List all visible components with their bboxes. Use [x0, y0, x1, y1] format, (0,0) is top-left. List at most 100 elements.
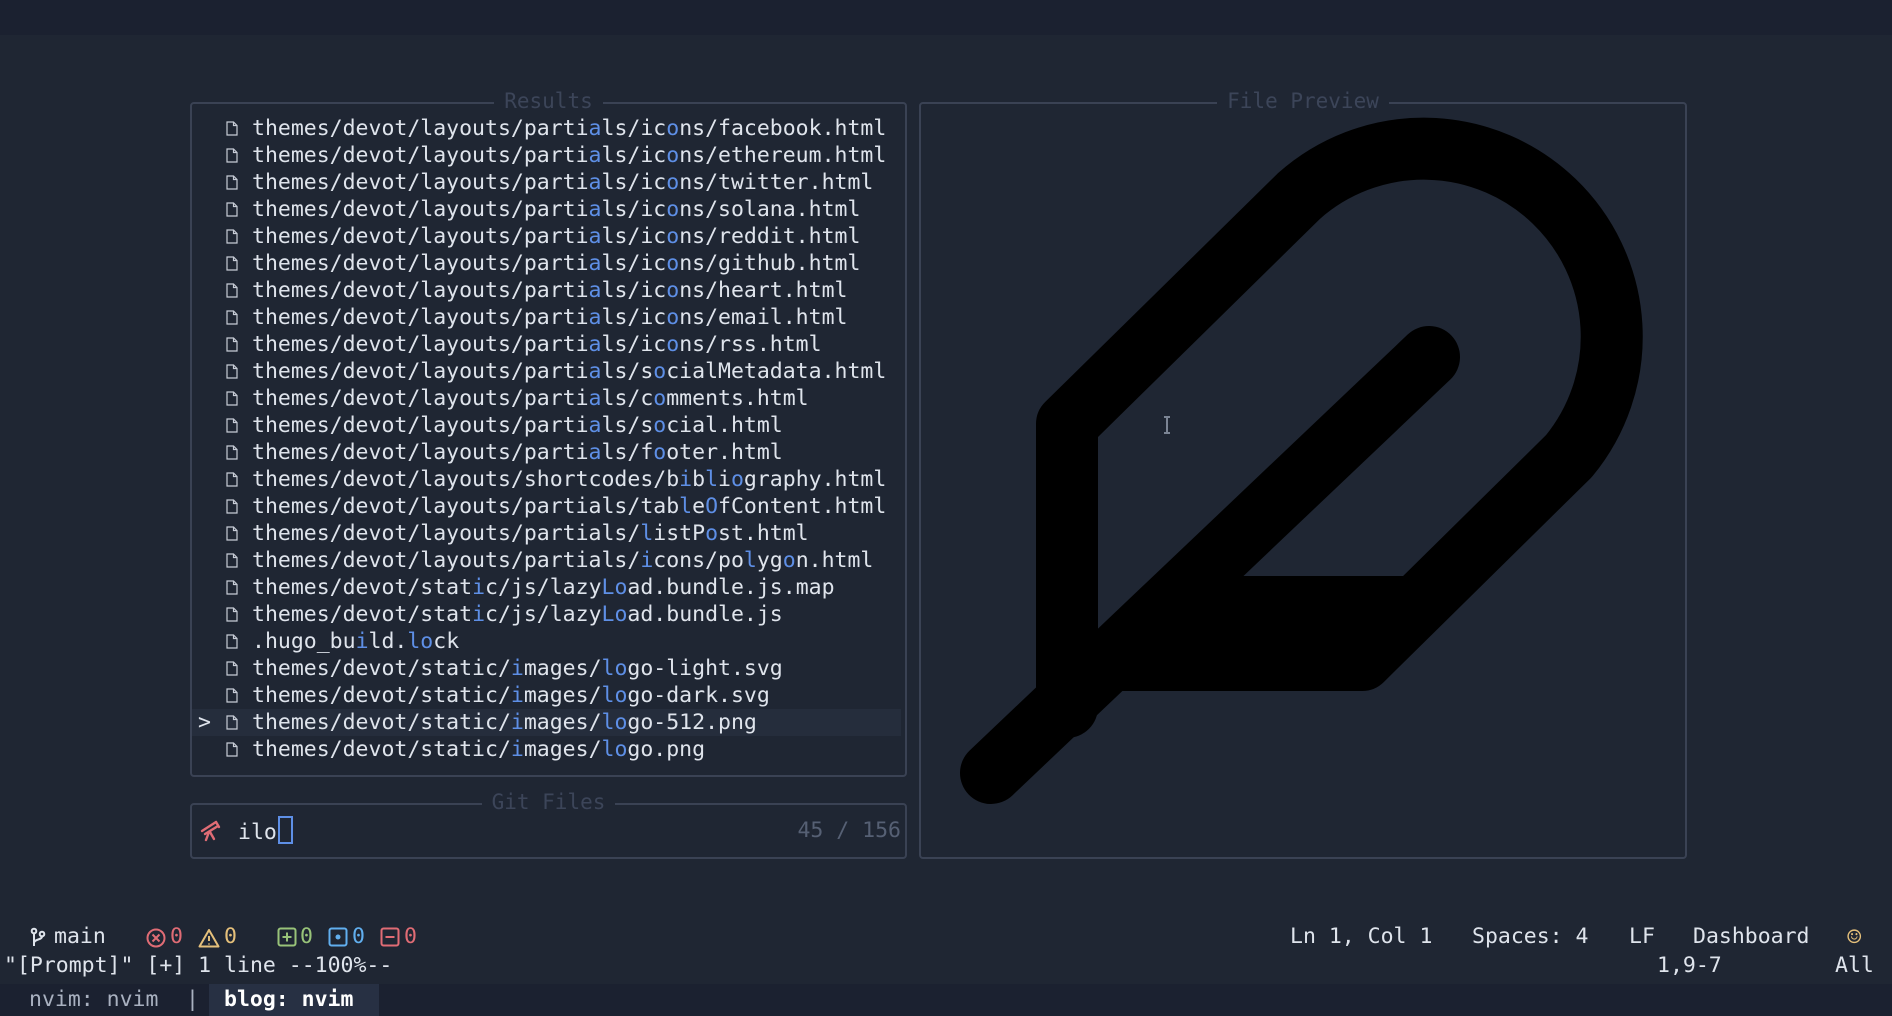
- match-highlight: i: [510, 710, 524, 735]
- match-highlight: o: [666, 197, 680, 222]
- path-segment: themes/devot/layouts/parti: [252, 332, 589, 357]
- result-row[interactable]: themes/devot/static/images/logo-dark.svg: [192, 682, 905, 709]
- result-row[interactable]: themes/devot/layouts/partials/icons/twit…: [192, 169, 905, 196]
- result-row[interactable]: themes/devot/layouts/partials/icons/redd…: [192, 223, 905, 250]
- match-highlight: o: [653, 413, 667, 438]
- match-highlight: i: [472, 575, 486, 600]
- match-highlight: i: [472, 602, 486, 627]
- result-row[interactable]: themes/devot/layouts/partials/comments.h…: [192, 385, 905, 412]
- file-icon: [226, 526, 238, 541]
- file-icon: [226, 661, 238, 676]
- result-row[interactable]: themes/devot/layouts/partials/icons/face…: [192, 115, 905, 142]
- result-row[interactable]: themes/devot/layouts/partials/socialMeta…: [192, 358, 905, 385]
- match-highlight: a: [588, 332, 602, 357]
- result-row[interactable]: themes/devot/layouts/partials/listPost.h…: [192, 520, 905, 547]
- result-path: themes/devot/static/images/logo.png: [252, 736, 705, 763]
- search-input[interactable]: ilo: [238, 816, 293, 848]
- path-segment: themes/devot/stat: [252, 575, 473, 600]
- path-segment: go.png: [627, 737, 706, 762]
- file-icon: [226, 715, 238, 730]
- error-count[interactable]: 0: [170, 922, 183, 952]
- result-row[interactable]: themes/devot/layouts/partials/icons/rss.…: [192, 331, 905, 358]
- path-segment: ld.: [368, 629, 408, 654]
- path-segment: themes/devot/layouts/parti: [252, 197, 589, 222]
- tmux-window-2[interactable]: blog: nvim: [209, 984, 379, 1016]
- path-segment: themes/devot/layouts/partials/: [252, 521, 641, 546]
- match-highlight: o: [782, 548, 796, 573]
- result-row[interactable]: themes/devot/layouts/partials/icons/gith…: [192, 250, 905, 277]
- match-highlight: i: [510, 656, 524, 681]
- match-highlight: o: [666, 332, 680, 357]
- result-path: themes/devot/layouts/partials/social.htm…: [252, 412, 783, 439]
- warning-count[interactable]: 0: [224, 922, 237, 952]
- mouse-ibeam-cursor: [1164, 416, 1170, 434]
- result-row[interactable]: themes/devot/layouts/partials/icons/ethe…: [192, 142, 905, 169]
- prompt-panel: Git Files ilo 45 / 156: [190, 790, 907, 859]
- result-row[interactable]: themes/devot/layouts/partials/social.htm…: [192, 412, 905, 439]
- result-row[interactable]: themes/devot/static/js/lazyLoad.bundle.j…: [192, 574, 905, 601]
- result-row[interactable]: .hugo_build.lock: [192, 628, 905, 655]
- result-path: themes/devot/static/js/lazyLoad.bundle.j…: [252, 601, 783, 628]
- path-segment: cialMetadata.html: [666, 359, 887, 384]
- tmux-window-1[interactable]: nvim: nvim: [29, 984, 158, 1016]
- file-icon: [226, 202, 238, 217]
- line-ending[interactable]: LF: [1629, 922, 1655, 952]
- result-row[interactable]: themes/devot/layouts/shortcodes/bibliogr…: [192, 466, 905, 493]
- file-icon: [226, 445, 238, 460]
- path-segment: themes/devot/static/: [252, 710, 511, 735]
- result-row[interactable]: themes/devot/layouts/partials/icons/emai…: [192, 304, 905, 331]
- path-segment: themes/devot/layouts/parti: [252, 278, 589, 303]
- text-cursor: [277, 816, 293, 844]
- match-highlight: a: [588, 170, 602, 195]
- file-icon: [226, 364, 238, 379]
- result-row[interactable]: themes/devot/static/images/logo-light.sv…: [192, 655, 905, 682]
- cursor-position[interactable]: Ln 1, Col 1: [1290, 922, 1432, 952]
- path-segment: oter.html: [666, 440, 783, 465]
- path-segment: b: [692, 467, 706, 492]
- result-path: themes/devot/layouts/partials/listPost.h…: [252, 520, 809, 547]
- result-row[interactable]: > themes/devot/static/images/logo-512.png: [192, 709, 901, 736]
- match-highlight: a: [588, 278, 602, 303]
- indentation[interactable]: Spaces: 4: [1472, 922, 1589, 952]
- path-segment: mages/: [523, 737, 602, 762]
- match-highlight: o: [666, 170, 680, 195]
- path-segment: themes/devot/static/: [252, 656, 511, 681]
- file-icon: [226, 337, 238, 352]
- match-highlight: o: [666, 224, 680, 249]
- cmdline-message: "[Prompt]" [+] 1 line --100%--: [4, 953, 393, 978]
- path-segment: themes/devot/stat: [252, 602, 473, 627]
- match-highlight: i: [510, 737, 524, 762]
- git-branch[interactable]: main: [54, 922, 106, 952]
- smiley-icon[interactable]: ☺: [1847, 922, 1861, 952]
- result-row[interactable]: themes/devot/layouts/partials/footer.htm…: [192, 439, 905, 466]
- tmux-status-bar: nvim: nvim | blog: nvim: [0, 984, 1892, 1016]
- result-path: themes/devot/layouts/partials/icons/poly…: [252, 547, 873, 574]
- path-segment: ns/facebook.html: [679, 116, 887, 141]
- path-segment: themes/devot/static/: [252, 683, 511, 708]
- path-segment: ls/s: [601, 413, 654, 438]
- file-icon: [226, 472, 238, 487]
- file-icon: [226, 418, 238, 433]
- match-highlight: i: [510, 683, 524, 708]
- path-segment: i: [718, 467, 731, 492]
- match-highlight: a: [588, 386, 602, 411]
- result-row[interactable]: themes/devot/static/js/lazyLoad.bundle.j…: [192, 601, 905, 628]
- result-row[interactable]: themes/devot/static/images/logo.png: [192, 736, 905, 763]
- results-list[interactable]: themes/devot/layouts/partials/icons/face…: [192, 115, 905, 763]
- match-highlight: o: [666, 116, 680, 141]
- result-row[interactable]: themes/devot/layouts/partials/tableOfCon…: [192, 493, 905, 520]
- match-highlight: i: [355, 629, 369, 654]
- result-row[interactable]: themes/devot/layouts/partials/icons/sola…: [192, 196, 905, 223]
- path-segment: themes/devot/layouts/partials/tab: [252, 494, 680, 519]
- filetype[interactable]: Dashboard: [1693, 922, 1810, 952]
- result-row[interactable]: themes/devot/layouts/partials/icons/poly…: [192, 547, 905, 574]
- path-segment: c/js/lazy: [485, 602, 602, 627]
- path-segment: ns/rss.html: [679, 332, 822, 357]
- path-segment: mments.html: [666, 386, 809, 411]
- path-segment: ns/solana.html: [679, 197, 861, 222]
- selection-caret: >: [198, 710, 211, 735]
- file-icon: [226, 175, 238, 190]
- result-row[interactable]: themes/devot/layouts/partials/icons/hear…: [192, 277, 905, 304]
- path-segment: go-512.png: [627, 710, 757, 735]
- match-highlight: L: [601, 602, 615, 627]
